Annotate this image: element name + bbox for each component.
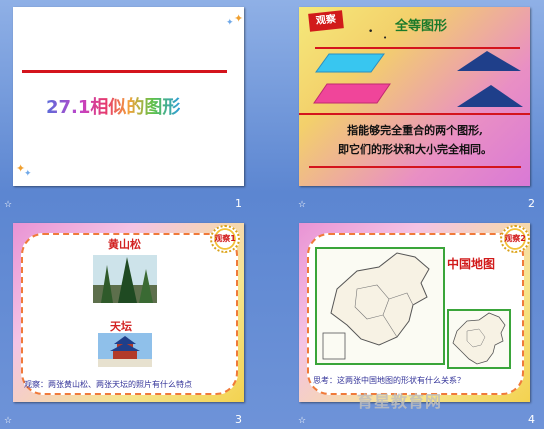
caption: 思考：这两张中国地图的形状有什么关系？ (313, 376, 465, 385)
observe-badge: 观察1 (210, 225, 240, 253)
slide-thumbnail-2[interactable]: 观察 • • 全等图形 指能够完全重合的两个图形, 即它们的形状和大小完全相同。 (299, 7, 530, 186)
map-title: 中国地图 (447, 257, 496, 271)
slide-number: 4 (528, 413, 535, 426)
sparkle-icon: ✦ (226, 18, 234, 28)
definition-line-1: 指能够完全重合的两个图形, (347, 124, 483, 137)
parallelogram-top (315, 53, 385, 73)
observe-badge: 观察2 (500, 225, 530, 253)
triangle-top (457, 51, 521, 71)
slide-thumbnail-3[interactable]: 观察1 黄山松 天坛 观察：两张黄山松、两张天坛的照片有什么特点 (13, 223, 244, 402)
slide-title: 27.1相似的图形 (46, 93, 180, 119)
slide-thumbnail-4[interactable]: 观察2 中国地图 思考：这两张中国地图的形状有什么关系？ (299, 223, 530, 402)
slide-number: 3 (235, 413, 242, 426)
star-transition-icon: ☆ (298, 416, 307, 426)
watermark: 育星教育网 (357, 392, 443, 411)
parallelogram-bottom (313, 83, 391, 104)
slide-number: 1 (235, 197, 242, 210)
large-china-map (322, 252, 430, 360)
slide-number: 2 (528, 197, 535, 210)
red-line (22, 70, 227, 73)
temple-photo (98, 333, 152, 367)
small-map-frame (447, 309, 511, 369)
label-pine: 黄山松 (108, 238, 141, 251)
large-map-frame (315, 247, 445, 365)
label-temple: 天坛 (110, 320, 132, 333)
caption: 观察：两张黄山松、两张天坛的照片有什么特点 (24, 380, 192, 389)
small-china-map (452, 312, 506, 365)
red-line (309, 166, 521, 168)
triangle-bottom (457, 85, 523, 107)
pine-photo (93, 255, 157, 303)
definition-line-2: 即它们的形状和大小完全相同。 (338, 143, 492, 156)
star-transition-icon: ☆ (298, 200, 307, 210)
definition-text: 指能够完全重合的两个图形, 即它们的形状和大小完全相同。 (309, 121, 521, 159)
star-transition-icon: ☆ (4, 416, 13, 426)
star-transition-icon: ☆ (4, 200, 13, 210)
sparkle-icon: ✦ (234, 12, 244, 25)
sparkle-icon: ✦ (24, 169, 32, 179)
shapes-diagram (299, 51, 530, 115)
slide-thumbnail-1[interactable]: 27.1相似的图形 ✦ ✦ ✦ ✦ (13, 7, 244, 186)
